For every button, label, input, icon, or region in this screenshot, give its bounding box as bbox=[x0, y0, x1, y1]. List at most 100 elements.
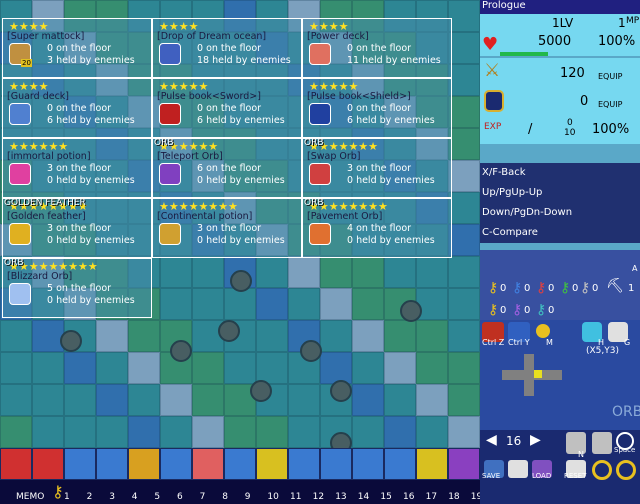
memo-slot-number[interactable]: 11 bbox=[290, 492, 301, 502]
status-panel: Prologue 1LV 1 MP ♥ 5000 100% ⚔ 120 EQUI… bbox=[480, 0, 640, 504]
green-key-count: 0 bbox=[572, 283, 579, 294]
memo-slot-number[interactable]: 3 bbox=[109, 492, 115, 502]
silver-key-icon: ⚷ bbox=[580, 280, 591, 296]
memo-slot-number[interactable]: 5 bbox=[154, 492, 160, 502]
load-button[interactable]: LOAD bbox=[532, 472, 551, 480]
item-card[interactable]: ★★★★★★★ [Swap Orb] 3 on the floor 0 held by… bbox=[302, 138, 452, 198]
memo-slot-number[interactable]: 4 bbox=[132, 492, 138, 502]
inventory-slot[interactable] bbox=[320, 448, 352, 480]
floor-count: 5 on the floor bbox=[47, 283, 112, 294]
item-name: [Super mattock] bbox=[7, 31, 85, 42]
purple-key-count: 0 bbox=[524, 305, 531, 316]
memo-slot-number[interactable]: 2 bbox=[87, 492, 93, 502]
inventory-slot[interactable] bbox=[32, 448, 64, 480]
orb-label: ORB bbox=[612, 404, 640, 420]
item-icon bbox=[9, 163, 31, 185]
search-shortcut[interactable]: Space bbox=[614, 446, 635, 454]
exp-percent: 100% bbox=[592, 122, 630, 137]
settings-icon[interactable] bbox=[592, 460, 612, 480]
blue-key-count: 0 bbox=[524, 283, 531, 294]
category-label: ORB bbox=[304, 198, 324, 208]
pick-key-count: 0 bbox=[548, 305, 555, 316]
camera-icon[interactable] bbox=[508, 460, 528, 478]
prev-page-icon[interactable]: ◀ bbox=[486, 432, 497, 448]
attack-box: ⚔ 120 EQUIP bbox=[480, 58, 640, 88]
inventory-slot[interactable] bbox=[352, 448, 384, 480]
memo-slot-number[interactable]: 18 bbox=[448, 492, 459, 502]
enemy-count: 0 held by enemies bbox=[197, 175, 285, 186]
memo-slot-number[interactable]: 1 bbox=[64, 492, 70, 502]
item-card[interactable]: ★★★★ [Drop of Dream ocean] 0 on the floor 1… bbox=[152, 18, 302, 78]
item-name: [Drop of Dream ocean] bbox=[157, 31, 267, 42]
inventory-slot[interactable] bbox=[256, 448, 288, 480]
item-card[interactable]: ★★★★ [Guard deck] 0 on the floor 6 held by … bbox=[2, 78, 152, 138]
enemy-count: 0 held by enemies bbox=[347, 235, 435, 246]
item-card[interactable]: ★★★★ [Super mattock] 0 on the floor 3 held … bbox=[2, 18, 152, 78]
bottom-controls: ◀ 16 ▶ N Space SAVE LOAD RESET bbox=[480, 430, 640, 504]
memo-slot-number[interactable]: 9 bbox=[245, 492, 251, 502]
item-badge: 20 bbox=[21, 59, 32, 67]
sword-icon: ⚔ bbox=[484, 60, 501, 81]
inventory-slot[interactable] bbox=[448, 448, 480, 480]
item-card[interactable]: ★★★★★★ [immortal potion] 3 on the floor 0 h… bbox=[2, 138, 152, 198]
memo-slot-number[interactable]: 6 bbox=[177, 492, 183, 502]
help-line: Up/PgUp-Up bbox=[482, 187, 543, 198]
inventory-slot[interactable] bbox=[416, 448, 448, 480]
next-page-icon[interactable]: ▶ bbox=[530, 432, 541, 448]
memo-bar: MEMO ⚷ 1234567891011121314151617181920 bbox=[0, 480, 505, 504]
item-name: [Teleport Orb] bbox=[157, 151, 223, 162]
inventory-slot[interactable] bbox=[64, 448, 96, 480]
memo-slot-number[interactable]: 12 bbox=[313, 492, 324, 502]
item-card[interactable]: ★★★★★★ [Teleport Orb] 6 on the floor 0 held… bbox=[152, 138, 302, 198]
item-card[interactable]: ★★★★ [Power deck] 0 on the floor 11 held by… bbox=[302, 18, 452, 78]
memo-slot-number[interactable]: 8 bbox=[222, 492, 228, 502]
memo-slot-number[interactable]: 10 bbox=[267, 492, 278, 502]
category-label: ORB bbox=[154, 138, 174, 148]
inventory-slot[interactable] bbox=[288, 448, 320, 480]
memo-slot-number[interactable]: 17 bbox=[426, 492, 437, 502]
inventory-slot[interactable] bbox=[224, 448, 256, 480]
redo-shortcut[interactable]: Ctrl Y bbox=[508, 338, 530, 347]
item-name: [Pavement Orb] bbox=[307, 211, 383, 222]
music-shortcut[interactable]: M bbox=[546, 338, 553, 347]
key-inventory: A ⚷ 0 ⚷ 0 ⚷ 0 ⚷ 0 ⚷ 0 ⛏ 1 ⚷ 0 ⚷ 0 ⚷ 0 bbox=[480, 250, 640, 320]
item-icon bbox=[309, 103, 331, 125]
item-card[interactable]: ★★★★★★★★★ [Blizzard Orb] 5 on the floor 0 h… bbox=[2, 258, 152, 318]
item-card[interactable]: ★★★★★ [Pulse book<Shield>] 0 on the floor 6… bbox=[302, 78, 452, 138]
level-hp-box: 1LV 1 MP ♥ 5000 100% bbox=[480, 14, 640, 56]
shortcut-a[interactable]: A bbox=[632, 264, 637, 273]
item-card[interactable]: ★★★★★★★★ [Continental potion] 3 on the flo… bbox=[152, 198, 302, 258]
exp-icon: EXP bbox=[484, 122, 502, 132]
inventory-slot[interactable] bbox=[128, 448, 160, 480]
game-screen: { "header":{"title":"Prologue"}, "stats"… bbox=[0, 0, 640, 504]
reset-button[interactable]: RESET bbox=[564, 472, 586, 480]
memo-slot-number[interactable]: 14 bbox=[358, 492, 369, 502]
inventory-slot[interactable] bbox=[384, 448, 416, 480]
floppy-icon[interactable] bbox=[592, 432, 612, 454]
memo-slot-number[interactable]: 13 bbox=[335, 492, 346, 502]
memo-slot-number[interactable]: 7 bbox=[200, 492, 206, 502]
inventory-slot[interactable] bbox=[160, 448, 192, 480]
item-card[interactable]: ★★★★★★★★ [Pavement Orb] 4 on the floor 0 he… bbox=[302, 198, 452, 258]
inventory-slot[interactable] bbox=[0, 448, 32, 480]
category-label: ORB bbox=[4, 258, 24, 268]
inventory-slot[interactable] bbox=[192, 448, 224, 480]
options-icon[interactable] bbox=[616, 460, 636, 480]
inventory-bar bbox=[0, 448, 480, 480]
enemy-count: 3 held by enemies bbox=[47, 55, 135, 66]
memo-slot-number[interactable]: 15 bbox=[380, 492, 391, 502]
floor-title: Prologue bbox=[480, 0, 640, 14]
enemy-count: 0 held by enemies bbox=[47, 235, 135, 246]
memo-label: MEMO bbox=[16, 492, 45, 502]
controls-help: X/F-Back Up/PgUp-Up Down/PgDn-Down C-Com… bbox=[480, 163, 640, 243]
notebook-shortcut[interactable]: N bbox=[578, 450, 584, 459]
save-button[interactable]: SAVE bbox=[482, 472, 500, 480]
music-icon[interactable] bbox=[536, 324, 550, 338]
category-label: GOLDEN FEATHER bbox=[4, 198, 86, 208]
item-card[interactable]: ★★★★★ [Pulse book<Sword>] 0 on the floor 6 … bbox=[152, 78, 302, 138]
inventory-slot[interactable] bbox=[96, 448, 128, 480]
book-shortcut[interactable]: G bbox=[624, 338, 630, 347]
memo-slot-number[interactable]: 16 bbox=[403, 492, 414, 502]
enemy-count: 18 held by enemies bbox=[197, 55, 291, 66]
undo-shortcut[interactable]: Ctrl Z bbox=[482, 338, 504, 347]
